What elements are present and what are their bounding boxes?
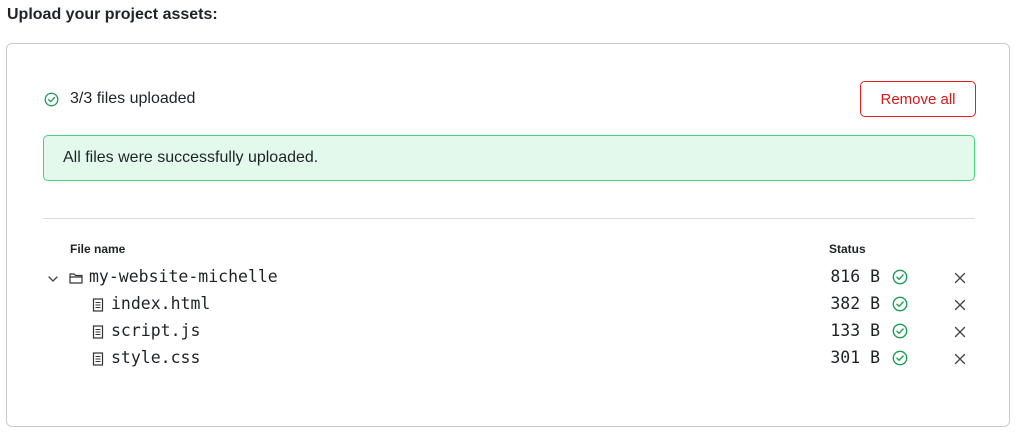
check-circle-icon xyxy=(892,323,908,339)
file-name: style.css xyxy=(111,348,201,367)
file-icon xyxy=(91,297,105,312)
file-name: script.js xyxy=(111,321,201,340)
file-size: 133 B xyxy=(830,321,880,340)
check-circle-icon xyxy=(892,269,908,285)
folder-icon xyxy=(69,270,83,284)
file-name: index.html xyxy=(111,294,211,313)
divider xyxy=(43,218,975,219)
column-header-status: Status xyxy=(829,242,866,256)
check-circle-icon xyxy=(892,296,908,312)
file-icon xyxy=(91,324,105,339)
file-tree: my-website-michelle 816 B index.html 382… xyxy=(43,264,975,372)
close-icon[interactable] xyxy=(953,270,967,284)
close-icon[interactable] xyxy=(953,297,967,311)
close-icon[interactable] xyxy=(953,351,967,365)
file-table-header: File name Status xyxy=(43,242,975,258)
chevron-down-icon[interactable] xyxy=(47,270,59,282)
success-alert: All files were successfully uploaded. xyxy=(43,135,975,181)
folder-name: my-website-michelle xyxy=(89,267,278,286)
file-size: 301 B xyxy=(830,348,880,367)
close-icon[interactable] xyxy=(953,324,967,338)
file-row[interactable]: index.html 382 B xyxy=(43,291,975,318)
file-row[interactable]: script.js 133 B xyxy=(43,318,975,345)
check-circle-icon xyxy=(892,350,908,366)
file-row[interactable]: style.css 301 B xyxy=(43,345,975,372)
upload-summary-text: 3/3 files uploaded xyxy=(70,90,196,107)
folder-size: 816 B xyxy=(830,267,880,286)
file-size: 382 B xyxy=(830,294,880,313)
page-title: Upload your project assets: xyxy=(7,6,218,23)
upload-summary: 3/3 files uploaded Remove all xyxy=(44,81,976,117)
folder-row[interactable]: my-website-michelle 816 B xyxy=(43,264,975,291)
check-circle-icon xyxy=(44,92,59,107)
upload-card: 3/3 files uploaded Remove all All files … xyxy=(6,43,1010,427)
remove-all-button[interactable]: Remove all xyxy=(860,81,976,117)
column-header-file-name: File name xyxy=(70,242,126,256)
file-icon xyxy=(91,351,105,366)
